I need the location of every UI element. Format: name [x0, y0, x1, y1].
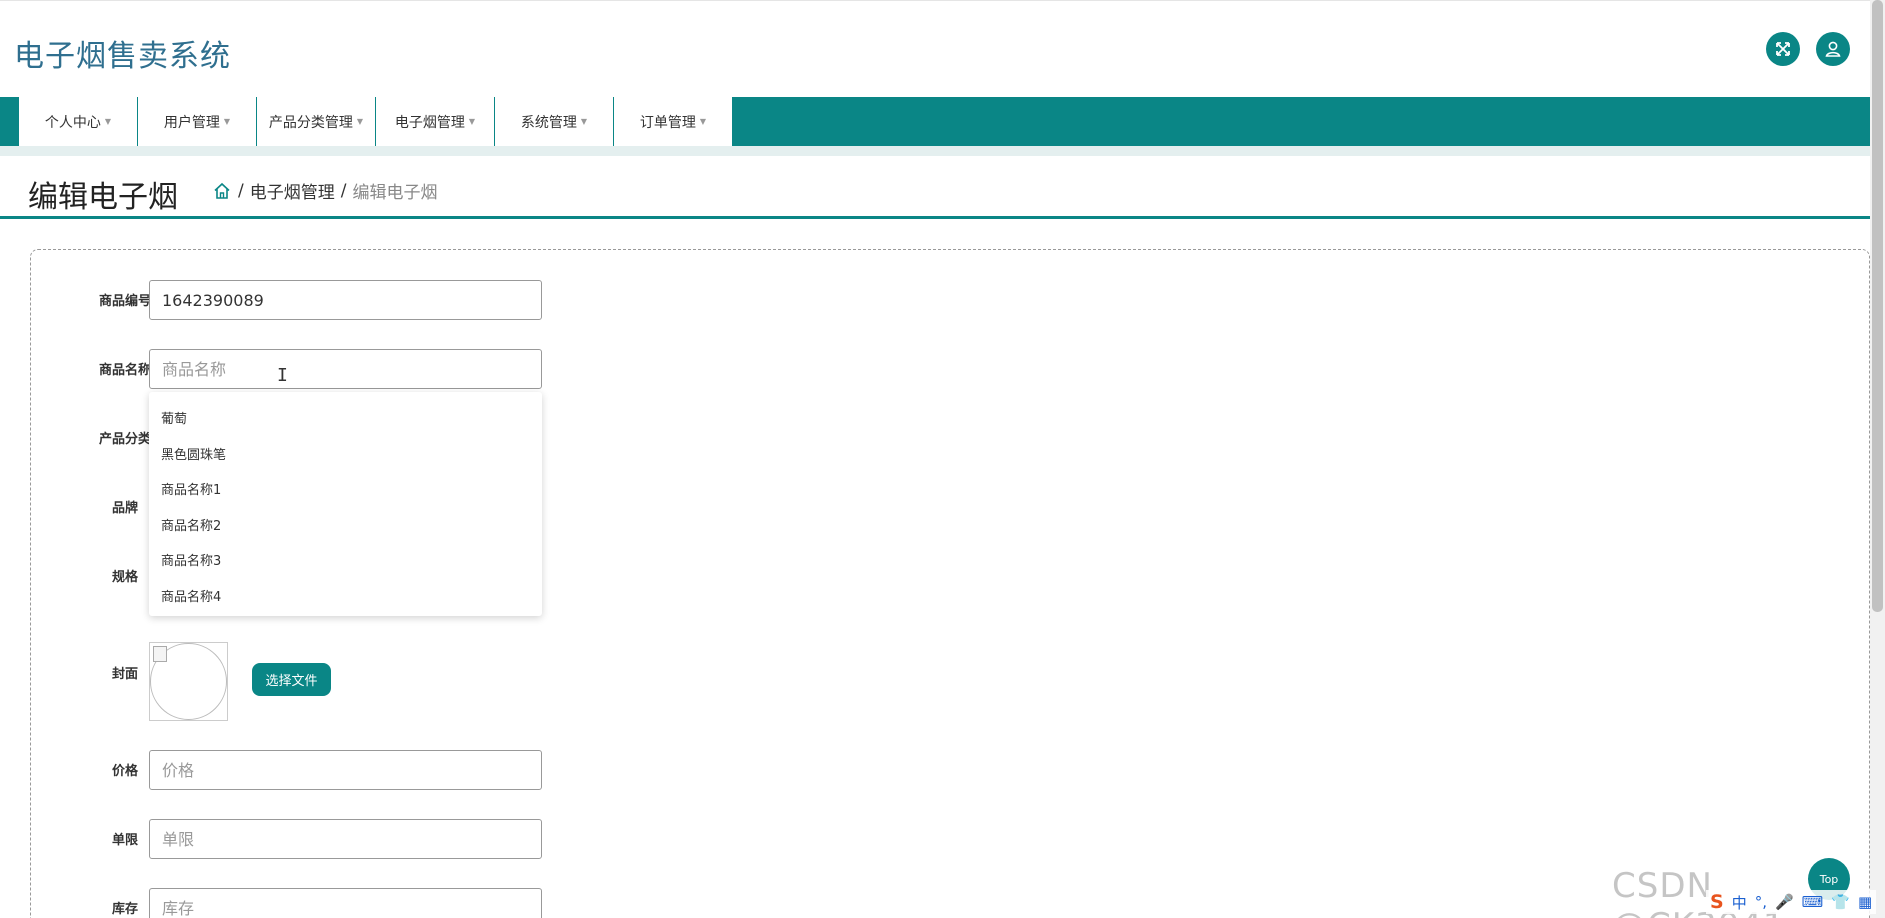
- microphone-icon[interactable]: 🎤: [1775, 893, 1794, 911]
- text-cursor-icon: I: [277, 365, 288, 386]
- header: 电子烟售卖系统: [0, 0, 1870, 97]
- nav-item-category-management[interactable]: 产品分类管理 ▼: [257, 97, 376, 146]
- broken-image-icon: [153, 646, 167, 662]
- expand-icon: [1776, 42, 1790, 56]
- chevron-down-icon: ▼: [223, 117, 231, 126]
- page: 电子烟售卖系统 个人中心 ▼ 用户管理 ▼ 产品分类管理 ▼ 电子烟管理 ▼ 系统管理 ▼…: [0, 0, 1885, 918]
- nav-item-personal-center[interactable]: 个人中心 ▼: [19, 97, 138, 146]
- nav-item-ecig-management[interactable]: 电子烟管理 ▼: [376, 97, 495, 146]
- user-button[interactable]: [1816, 32, 1850, 66]
- nav-item-system-management[interactable]: 系统管理 ▼: [495, 97, 614, 146]
- nav-item-user-management[interactable]: 用户管理 ▼: [138, 97, 257, 146]
- keyboard-icon[interactable]: ⌨: [1802, 893, 1824, 911]
- breadcrumb: / 电子烟管理 / 编辑电子烟: [212, 178, 437, 203]
- suggestion-item[interactable]: 黑色圆珠笔: [149, 438, 542, 474]
- product-code-input[interactable]: [149, 280, 542, 320]
- fullscreen-button[interactable]: [1766, 32, 1800, 66]
- price-input[interactable]: [149, 750, 542, 790]
- page-scrollbar[interactable]: [1870, 0, 1885, 918]
- nav-label: 产品分类管理: [268, 114, 353, 131]
- nav-label: 订单管理: [639, 114, 696, 131]
- nav-items: 个人中心 ▼ 用户管理 ▼ 产品分类管理 ▼ 电子烟管理 ▼ 系统管理 ▼ 订单管理 ▼: [19, 97, 733, 146]
- suggestion-item[interactable]: 商品名称3: [149, 544, 542, 580]
- breadcrumb-separator: /: [340, 180, 347, 201]
- suggestion-item[interactable]: 商品名称2: [149, 509, 542, 545]
- edit-form: 商品编号 商品名称 I 产品分类 品牌 规格 葡萄 黑色圆珠笔 商品名称1 商品…: [30, 249, 1870, 918]
- chevron-down-icon: ▼: [356, 117, 364, 126]
- breadcrumb-separator: /: [238, 180, 244, 201]
- punctuation-icon[interactable]: °,: [1755, 893, 1767, 911]
- chevron-down-icon: ▼: [468, 117, 476, 126]
- scrollbar-thumb[interactable]: [1872, 0, 1883, 612]
- chevron-down-icon: ▼: [104, 117, 112, 126]
- suggestion-item[interactable]: 葡萄: [149, 402, 542, 438]
- main-nav: 个人中心 ▼ 用户管理 ▼ 产品分类管理 ▼ 电子烟管理 ▼ 系统管理 ▼ 订单管理 ▼: [0, 97, 1870, 146]
- grid-icon[interactable]: ▦: [1858, 893, 1872, 911]
- user-icon: [1825, 41, 1841, 57]
- cover-preview: [149, 642, 228, 721]
- nav-item-order-management[interactable]: 订单管理 ▼: [614, 97, 733, 146]
- home-icon[interactable]: [212, 181, 232, 201]
- suggestion-item[interactable]: 商品名称1: [149, 473, 542, 509]
- nav-label: 系统管理: [520, 114, 577, 131]
- sogou-logo-icon[interactable]: S: [1710, 891, 1724, 913]
- ime-mode[interactable]: 中: [1732, 892, 1747, 913]
- title-bar: 编辑电子烟 / 电子烟管理 / 编辑电子烟: [0, 156, 1870, 219]
- page-title: 编辑电子烟: [28, 180, 178, 215]
- breadcrumb-section[interactable]: 电子烟管理: [250, 178, 335, 203]
- nav-divider: [0, 146, 1870, 156]
- product-name-suggestions: 葡萄 黑色圆珠笔 商品名称1 商品名称2 商品名称3 商品名称4: [149, 392, 542, 616]
- ime-toolbar: S 中 °, 🎤 ⌨ 👕 ▦: [1706, 890, 1877, 914]
- app-title: 电子烟售卖系统: [14, 39, 231, 74]
- chevron-down-icon: ▼: [580, 117, 588, 126]
- limit-input[interactable]: [149, 819, 542, 859]
- choose-file-button[interactable]: 选择文件: [252, 663, 331, 696]
- nav-label: 用户管理: [163, 114, 220, 131]
- breadcrumb-current: 编辑电子烟: [352, 183, 438, 203]
- nav-label: 个人中心: [44, 114, 101, 131]
- suggestion-item[interactable]: 商品名称4: [149, 580, 542, 616]
- skin-icon[interactable]: 👕: [1831, 893, 1850, 911]
- chevron-down-icon: ▼: [699, 117, 707, 126]
- stock-input[interactable]: [149, 888, 542, 918]
- product-name-input[interactable]: [149, 349, 542, 389]
- nav-label: 电子烟管理: [394, 114, 465, 131]
